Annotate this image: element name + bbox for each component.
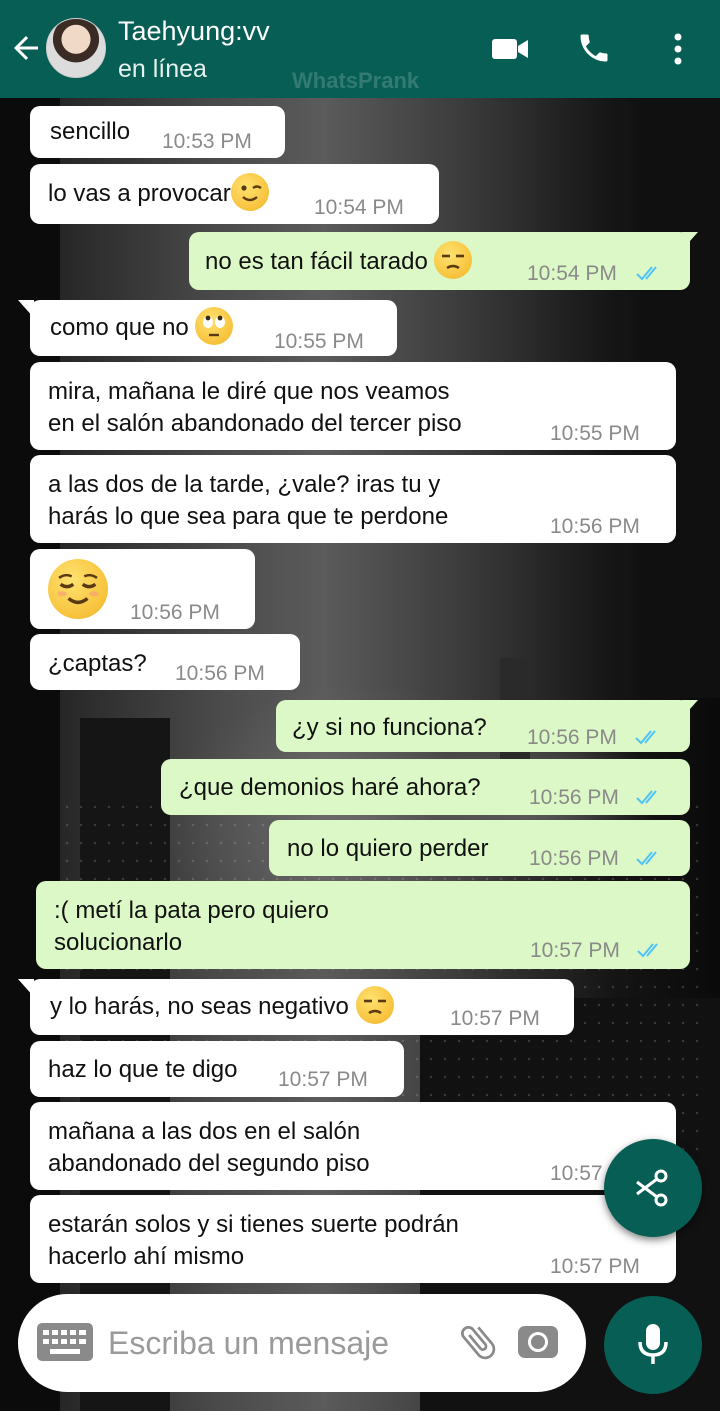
message-time: 10:56 PM: [175, 662, 265, 685]
message-incoming[interactable]: 10:56 PM: [30, 549, 255, 629]
message-text: y lo harás, no seas negativo: [50, 985, 394, 1024]
message-text: haz lo que te digo: [48, 1056, 238, 1083]
message-text-line: :( metí la pata pero quiero: [54, 897, 329, 924]
contact-status: en línea: [118, 55, 207, 83]
message-outgoing[interactable]: no es tan fácil tarado 10:54 PM: [189, 232, 690, 290]
message-time: 10:57 PM: [550, 1255, 640, 1278]
message-time: 10:55 PM: [550, 422, 640, 445]
message-time: 10:56 PM: [130, 601, 220, 624]
message-text-line: estarán solos y si tienes suerte podrán: [48, 1211, 459, 1238]
unamused-face-icon: [355, 985, 394, 1024]
message-text-line: solucionarlo: [54, 929, 183, 956]
message-outgoing[interactable]: ¿que demonios haré ahora? 10:56 PM: [161, 759, 690, 815]
arrow-left-icon[interactable]: [8, 30, 44, 66]
phone-icon[interactable]: [576, 30, 612, 66]
message-text: no lo quiero perder: [287, 835, 489, 862]
relieved-face-icon: [48, 559, 108, 619]
message-text: no es tan fácil tarado: [205, 240, 473, 279]
message-time: 10:54 PM: [314, 196, 404, 219]
message-incoming[interactable]: y lo harás, no seas negativo 10:57 PM: [30, 979, 574, 1035]
paperclip-icon[interactable]: [456, 1320, 500, 1364]
scissors-icon: [636, 1169, 668, 1207]
message-time: 10:57 PM: [450, 1007, 540, 1030]
message-time: 10:56 PM: [529, 786, 619, 809]
unamused-face-icon: [434, 240, 473, 279]
message-incoming[interactable]: haz lo que te digo 10:57 PM: [30, 1041, 404, 1097]
video-camera-icon[interactable]: [490, 34, 530, 64]
message-incoming[interactable]: ¿captas? 10:56 PM: [30, 634, 300, 690]
read-receipt-icon: [636, 790, 657, 805]
message-outgoing[interactable]: no lo quiero perder 10:56 PM: [269, 820, 690, 876]
voice-message-button[interactable]: [604, 1296, 702, 1394]
scissors-fab-button[interactable]: [604, 1139, 702, 1237]
message-incoming[interactable]: estarán solos y si tienes suerte podrán …: [30, 1195, 676, 1283]
read-receipt-icon: [636, 266, 657, 281]
message-incoming[interactable]: como que no 10:55 PM: [30, 300, 397, 356]
message-input[interactable]: [108, 1318, 448, 1368]
message-incoming[interactable]: lo vas a provocar 10:54 PM: [30, 164, 439, 224]
microphone-icon: [638, 1324, 668, 1364]
message-time: 10:57: [550, 1162, 603, 1185]
message-text: ¿captas?: [48, 650, 147, 677]
message-text: ¿que demonios haré ahora?: [179, 774, 481, 801]
message-time: 10:53 PM: [162, 130, 252, 153]
watermark: WhatsPrank: [292, 68, 420, 93]
eye-roll-face-icon: [195, 306, 234, 345]
message-text: lo vas a provocar: [48, 172, 269, 211]
message-outgoing[interactable]: ¿y si no funciona? 10:56 PM: [276, 700, 690, 752]
message-time: 10:57 PM: [278, 1068, 368, 1091]
contact-name[interactable]: Taehyung:vv: [118, 16, 270, 47]
read-receipt-icon: [637, 943, 658, 958]
camera-icon[interactable]: [516, 1320, 560, 1364]
winking-face-icon: [230, 172, 269, 211]
chat-header: Taehyung:vv en línea WhatsPrank: [0, 0, 720, 98]
message-time: 10:55 PM: [274, 330, 364, 353]
message-text: ¿y si no funciona?: [292, 714, 487, 741]
message-incoming[interactable]: mañana a las dos en el salón abandonado …: [30, 1102, 676, 1190]
keyboard-icon[interactable]: [36, 1322, 94, 1362]
message-text-line: a las dos de la tarde, ¿vale? iras tu y: [48, 471, 441, 498]
message-time: 10:57 PM: [530, 939, 620, 962]
message-incoming[interactable]: mira, mañana le diré que nos veamos en e…: [30, 362, 676, 450]
message-text-line: en el salón abandonado del tercer piso: [48, 410, 462, 437]
message-text-line: mira, mañana le diré que nos veamos: [48, 378, 450, 405]
message-text-line: hacerlo ahí mismo: [48, 1243, 245, 1270]
message-text: como que no: [50, 306, 234, 345]
message-incoming[interactable]: a las dos de la tarde, ¿vale? iras tu y …: [30, 455, 676, 543]
avatar[interactable]: [46, 18, 106, 78]
message-outgoing[interactable]: :( metí la pata pero quiero solucionarlo…: [36, 881, 690, 969]
message-time: 10:56 PM: [529, 847, 619, 870]
read-receipt-icon: [635, 730, 656, 745]
message-text: sencillo: [50, 118, 131, 145]
message-incoming[interactable]: sencillo 10:53 PM: [30, 106, 285, 158]
message-time: 10:54 PM: [527, 262, 617, 285]
message-time: 10:56 PM: [527, 726, 617, 749]
message-time: 10:56 PM: [550, 515, 640, 538]
message-text-line: mañana a las dos en el salón: [48, 1118, 361, 1145]
message-text-line: abandonado del segundo piso: [48, 1150, 370, 1177]
read-receipt-icon: [636, 851, 657, 866]
more-vertical-icon[interactable]: [668, 32, 688, 66]
message-text-line: harás lo que sea para que te perdone: [48, 503, 449, 530]
